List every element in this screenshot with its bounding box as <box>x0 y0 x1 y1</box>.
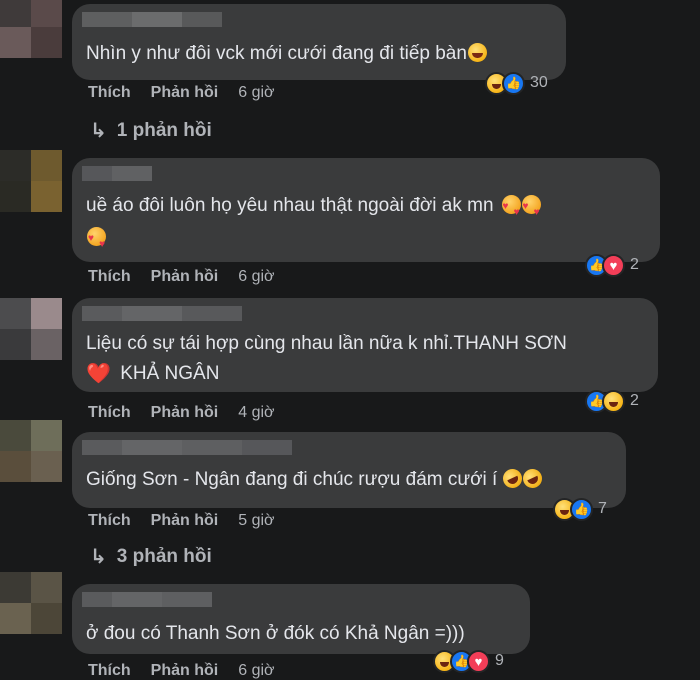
author-name-blurred[interactable] <box>82 592 212 607</box>
comment-timestamp[interactable]: 5 giờ <box>238 512 274 530</box>
comment-actions: Thích Phản hồi 5 giờ <box>88 512 275 530</box>
smiling-hearts-emoji-icon <box>87 225 106 259</box>
like-icon: 👍 <box>570 497 593 521</box>
like-button[interactable]: Thích <box>88 662 131 680</box>
replies-count: 3 phản hồi <box>116 545 212 567</box>
avatar[interactable] <box>0 298 62 360</box>
reaction-summary[interactable]: 👍 ♥ 9 <box>432 648 509 674</box>
comment-bubble: Liệu có sự tái hợp cùng nhau lần nữa k n… <box>72 298 658 392</box>
reaction-summary[interactable]: 👍 2 <box>584 388 644 414</box>
comment-bubble: uề áo đôi luôn họ yêu nhau thật ngoài đờ… <box>72 158 660 262</box>
view-replies-link[interactable]: ↳ 3 phản hồi <box>90 544 212 569</box>
reply-button[interactable]: Phản hồi <box>151 662 219 680</box>
like-button[interactable]: Thích <box>88 268 131 286</box>
author-name-blurred[interactable] <box>82 440 292 455</box>
laughing-emoji-icon <box>467 43 487 62</box>
love-icon: ♥ <box>467 649 490 673</box>
reaction-summary[interactable]: 👍 7 <box>552 496 612 522</box>
replies-count: 1 phản hồi <box>116 119 212 141</box>
reaction-count: 2 <box>630 256 639 273</box>
comment-text: ở đou có Thanh Sơn ở đók có Khả Ngân =))… <box>86 623 465 644</box>
reply-button[interactable]: Phản hồi <box>151 268 219 286</box>
comment-bubble: Nhìn y như đôi vck mới cưới đang đi tiếp… <box>72 4 566 80</box>
reply-arrow-icon: ↳ <box>90 546 107 568</box>
view-replies-link[interactable]: ↳ 1 phản hồi <box>90 118 212 143</box>
author-name-blurred[interactable] <box>82 166 152 181</box>
reply-button[interactable]: Phản hồi <box>151 84 219 102</box>
comment-bubble: Giống Sơn - Ngân đang đi chúc rượu đám c… <box>72 432 626 508</box>
reply-arrow-icon: ↳ <box>90 120 107 142</box>
comment-text: Giống Sơn - Ngân đang đi chúc rượu đám c… <box>86 465 546 494</box>
smiling-hearts-emoji-icon <box>521 193 541 227</box>
reaction-summary[interactable]: 👍 ♥ 2 <box>584 252 644 278</box>
comment-timestamp[interactable]: 6 giờ <box>238 662 274 680</box>
like-button[interactable]: Thích <box>88 84 131 102</box>
like-button[interactable]: Thích <box>88 512 131 530</box>
avatar[interactable] <box>0 150 62 212</box>
comment-timestamp[interactable]: 6 giờ <box>238 268 274 286</box>
comment-text: uề áo đôi luôn họ yêu nhau thật ngoài đờ… <box>86 192 541 227</box>
avatar[interactable] <box>0 420 62 482</box>
comment-text: Nhìn y như đôi vck mới cưới đang đi tiếp… <box>86 40 487 68</box>
reaction-count: 30 <box>530 74 548 91</box>
comment-actions: Thích Phản hồi 4 giờ <box>88 404 275 422</box>
avatar[interactable] <box>0 0 62 58</box>
reaction-summary[interactable]: 👍 30 <box>484 70 553 96</box>
reply-button[interactable]: Phản hồi <box>151 512 219 530</box>
reply-button[interactable]: Phản hồi <box>151 404 219 422</box>
like-icon: 👍 <box>502 71 525 95</box>
reaction-count: 9 <box>495 652 504 669</box>
like-button[interactable]: Thích <box>88 404 131 422</box>
comment-text: Liệu có sự tái hợp cùng nhau lần nữa k n… <box>86 333 567 354</box>
reaction-count: 7 <box>598 500 607 517</box>
love-icon: ♥ <box>602 253 625 277</box>
comment-timestamp[interactable]: 6 giờ <box>238 84 274 102</box>
avatar[interactable] <box>0 572 62 634</box>
comment-actions: Thích Phản hồi 6 giờ <box>88 84 275 102</box>
comment-bubble: ở đou có Thanh Sơn ở đók có Khả Ngân =))… <box>72 584 530 654</box>
author-name-blurred[interactable] <box>82 306 242 321</box>
reaction-count: 2 <box>630 392 639 409</box>
rofl-emoji-icon <box>520 465 546 492</box>
red-heart-emoji-icon: ❤️ <box>86 363 111 385</box>
haha-icon <box>602 389 625 413</box>
comment-actions: Thích Phản hồi 6 giờ <box>88 268 275 286</box>
comment-actions: Thích Phản hồi 6 giờ <box>88 662 275 680</box>
smiling-hearts-emoji-icon <box>501 193 521 227</box>
comment-timestamp[interactable]: 4 giờ <box>238 404 274 422</box>
author-name-blurred[interactable] <box>82 12 222 27</box>
